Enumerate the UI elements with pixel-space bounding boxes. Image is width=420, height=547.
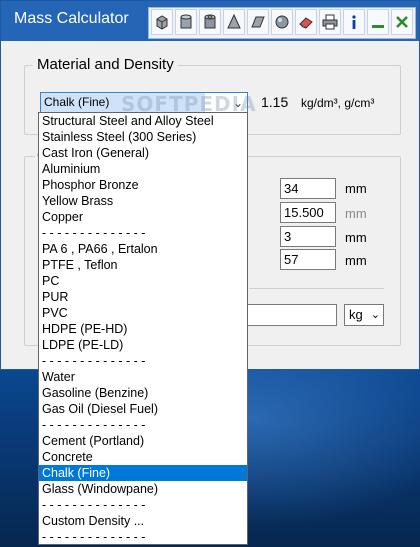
dropdown-option[interactable]: Yellow Brass (39, 193, 247, 209)
dropdown-option[interactable]: LDPE (PE-LD) (39, 337, 247, 353)
chevron-down-icon: ⌄ (370, 309, 380, 321)
material-group-title: Material and Density (33, 56, 178, 73)
minimize-icon[interactable] (367, 9, 389, 35)
dimension-field-3[interactable]: 3 (280, 226, 336, 247)
dropdown-option[interactable]: Water (39, 369, 247, 385)
dimension-field-2[interactable]: 15.500 (280, 202, 336, 223)
dropdown-separator: - - - - - - - - - - - - - - (42, 498, 146, 512)
dimension-field-1[interactable]: 34 (280, 178, 336, 199)
dimension-unit-1: mm (345, 181, 367, 196)
info-icon[interactable] (343, 9, 365, 35)
dropdown-separator: - - - - - - - - - - - - - - (42, 226, 146, 240)
dropdown-option[interactable]: Gas Oil (Diesel Fuel) (39, 401, 247, 417)
window-title: Mass Calculator (14, 10, 129, 27)
dropdown-option[interactable]: Structural Steel and Alloy Steel (39, 113, 247, 129)
toolbar (148, 7, 416, 39)
dropdown-option[interactable]: PUR (39, 289, 247, 305)
title-bar: Mass Calculator (1, 1, 419, 41)
dropdown-option[interactable]: Custom Density ... (39, 513, 247, 529)
dropdown-option[interactable]: Chalk (Fine) (39, 465, 247, 481)
dimension-unit-2: mm (345, 206, 367, 221)
material-dropdown-list[interactable]: Structural Steel and Alloy Steel Stainles… (38, 112, 248, 545)
cylinder-icon[interactable] (175, 9, 197, 35)
dropdown-option[interactable]: PA 6 , PA66 , Ertalon (39, 241, 247, 257)
dimension-unit-3: mm (345, 230, 367, 245)
close-icon[interactable] (391, 9, 413, 35)
dropdown-option[interactable]: Stainless Steel (300 Series) (39, 129, 247, 145)
dimension-field-4[interactable]: 57 (280, 249, 336, 270)
dropdown-option[interactable]: PC (39, 273, 247, 289)
dropdown-option[interactable]: Cast Iron (General) (39, 145, 247, 161)
mass-unit-value: kg (349, 307, 363, 322)
cube-icon[interactable] (151, 9, 173, 35)
cone-icon[interactable] (223, 9, 245, 35)
dropdown-option[interactable]: Concrete (39, 449, 247, 465)
dropdown-separator: - - - - - - - - - - - - - - (42, 530, 146, 544)
eraser-icon[interactable] (295, 9, 317, 35)
density-value: 1.15 (261, 94, 289, 110)
dropdown-option[interactable]: Aluminium (39, 161, 247, 177)
dropdown-option[interactable]: PVC (39, 305, 247, 321)
dropdown-option[interactable]: PTFE , Teflon (39, 257, 247, 273)
prism-icon[interactable] (247, 9, 269, 35)
sphere-icon[interactable] (271, 9, 293, 35)
dimension-unit-4: mm (345, 253, 367, 268)
dropdown-option[interactable]: Gasoline (Benzine) (39, 385, 247, 401)
tube-icon[interactable] (199, 9, 221, 35)
dropdown-option[interactable]: Glass (Windowpane) (39, 481, 247, 497)
print-icon[interactable] (319, 9, 341, 35)
dropdown-option[interactable]: Cement (Portland) (39, 433, 247, 449)
mass-result-field[interactable] (240, 304, 337, 326)
dropdown-option[interactable]: Phosphor Bronze (39, 177, 247, 193)
dropdown-option[interactable]: Copper (39, 209, 247, 225)
divider (249, 288, 384, 289)
mass-unit-select[interactable]: kg ⌄ (344, 304, 384, 326)
density-unit: kg/dm³, g/cm³ (301, 96, 375, 110)
dropdown-separator: - - - - - - - - - - - - - - (42, 354, 146, 368)
dropdown-option[interactable]: HDPE (PE-HD) (39, 321, 247, 337)
dropdown-separator: - - - - - - - - - - - - - - (42, 418, 146, 432)
